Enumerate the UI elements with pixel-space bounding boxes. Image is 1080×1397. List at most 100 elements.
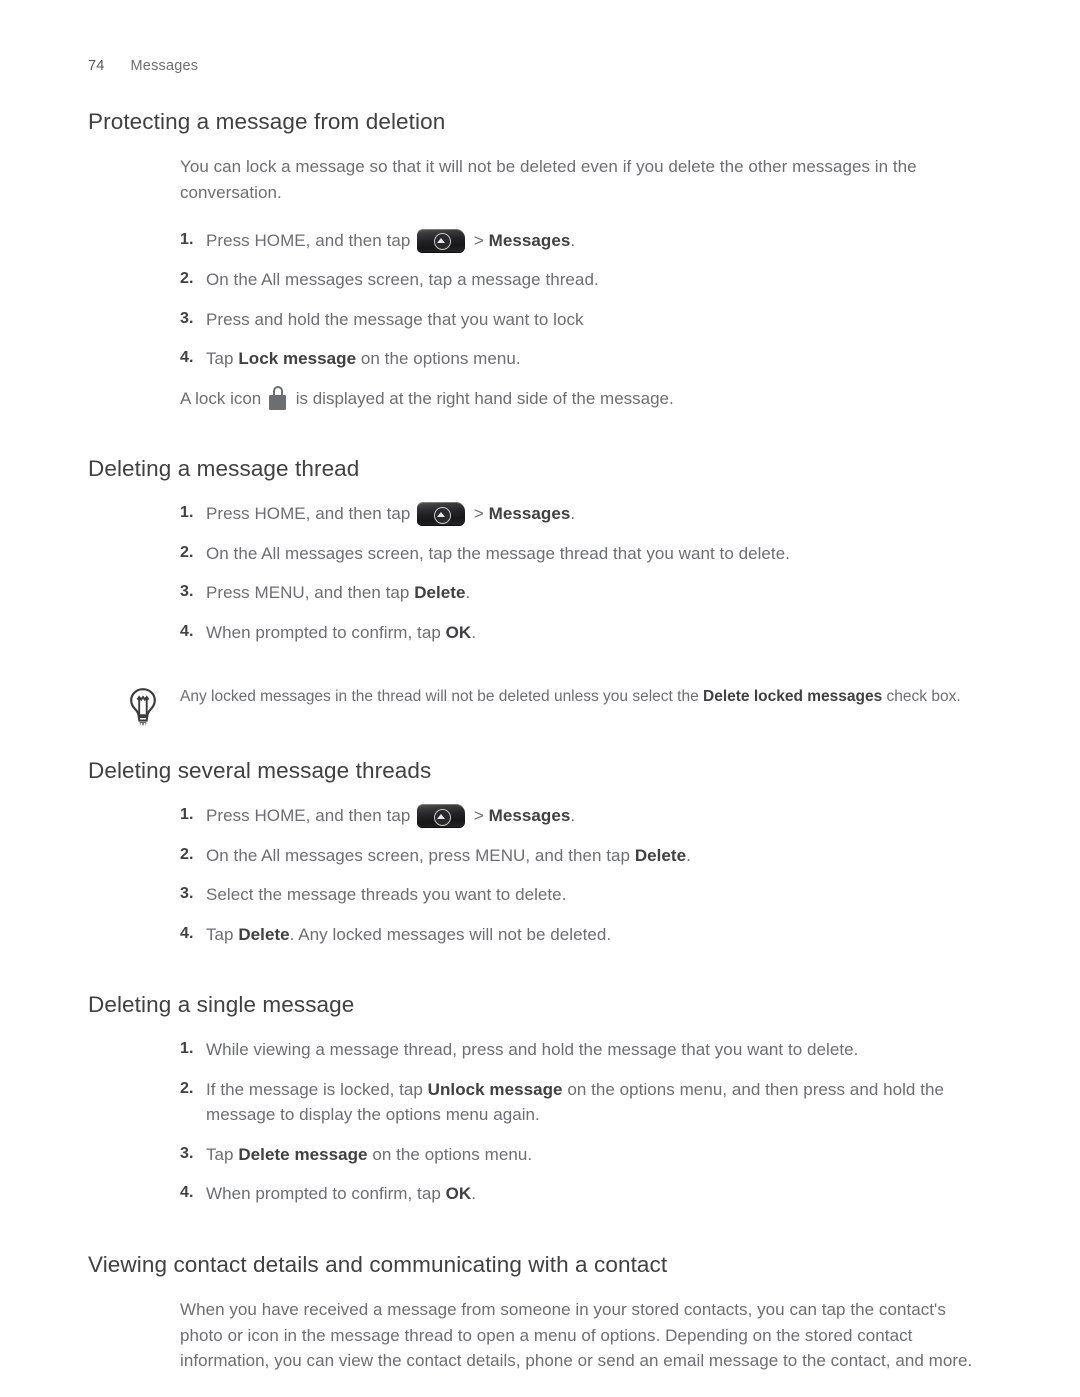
list-item: 3. Tap Delete message on the options menu… xyxy=(180,1142,980,1168)
step-text-pre: Press HOME, and then tap xyxy=(206,806,416,826)
home-apps-button-icon xyxy=(417,228,466,253)
list-item: 2. On the All messages screen, press MENU… xyxy=(180,843,980,869)
list-item: 1. Press HOME, and then tap > Messages. xyxy=(180,803,980,829)
step-text-mid: > xyxy=(469,806,489,826)
page-header: 74 Messages xyxy=(88,58,198,74)
list-item: 3. Press MENU, and then tap Delete. xyxy=(180,580,980,606)
step-text-bold: Delete xyxy=(414,583,466,603)
list-item: 2. On the All messages screen, tap a mess… xyxy=(180,267,980,293)
section-deleting-a-message-thread: Deleting a message thread 1. Press HOME, … xyxy=(88,455,990,645)
step-text-pre: While viewing a message thread, press an… xyxy=(206,1040,859,1060)
step-text-pre: Tap xyxy=(206,924,239,944)
document-page: 74 Messages Protecting a message from de… xyxy=(0,0,1080,1397)
section-deleting-a-single-message: Deleting a single message 1. While viewin… xyxy=(88,991,990,1207)
step-text-mid: > xyxy=(469,504,489,524)
step-text-bold: Lock message xyxy=(238,349,357,369)
steps-list: 1. Press HOME, and then tap > Messages. 2… xyxy=(180,803,980,947)
step-text-post: . xyxy=(471,1184,476,1204)
step-number: 1. xyxy=(180,806,194,824)
page-content: Protecting a message from deletion You c… xyxy=(88,108,990,1374)
lightbulb-icon xyxy=(126,686,160,728)
step-number: 2. xyxy=(180,270,194,288)
list-item: 1. Press HOME, and then tap > Messages. xyxy=(180,501,980,527)
section-viewing-contact-details: Viewing contact details and communicatin… xyxy=(88,1251,990,1375)
steps-list: 1. While viewing a message thread, press … xyxy=(180,1037,980,1207)
tip-text: Any locked messages in the thread will n… xyxy=(180,685,986,709)
section-deleting-several-message-threads: Deleting several message threads 1. Press… xyxy=(88,757,990,947)
steps-list: 1. Press HOME, and then tap > Messages. 2… xyxy=(180,501,980,645)
step-text-pre: Press MENU, and then tap xyxy=(206,583,415,603)
step-text-bold: OK xyxy=(445,1184,472,1204)
step-text-bold: Unlock message xyxy=(427,1079,563,1099)
step-number: 1. xyxy=(180,230,194,248)
step-number: 4. xyxy=(180,924,194,942)
list-item: 3. Select the message threads you want to… xyxy=(180,882,980,908)
page-number: 74 xyxy=(88,58,105,74)
list-item: 2. If the message is locked, tap Unlock m… xyxy=(180,1077,980,1128)
home-apps-button-icon xyxy=(417,804,466,829)
list-item: 1. While viewing a message thread, press … xyxy=(180,1037,980,1063)
step-text-post: . xyxy=(570,230,576,250)
list-item: 4. When prompted to confirm, tap OK. xyxy=(180,620,980,646)
step-text-pre: Tap xyxy=(206,1144,239,1164)
step-text-pre: When prompted to confirm, tap xyxy=(206,622,446,642)
step-text-pre: Press and hold the message that you want… xyxy=(206,309,584,329)
list-item: 1. Press HOME, and then tap > Messages. xyxy=(180,228,980,254)
step-text-pre: On the All messages screen, press MENU, … xyxy=(206,845,635,865)
step-text-post: . xyxy=(570,504,576,524)
step-number: 2. xyxy=(180,543,194,561)
tip-text-pre: Any locked messages in the thread will n… xyxy=(180,688,704,706)
step-number: 4. xyxy=(180,1184,194,1202)
step-text-bold: Messages xyxy=(488,806,571,826)
step-text-pre: Select the message threads you want to d… xyxy=(206,885,567,905)
step-text-pre: On the All messages screen, tap a messag… xyxy=(206,270,599,290)
list-item: 4. Tap Delete. Any locked messages will n… xyxy=(180,922,980,948)
step-text-post: . xyxy=(465,583,471,603)
step-number: 2. xyxy=(180,1079,194,1097)
step-text-pre: Press HOME, and then tap xyxy=(206,504,416,524)
step-text-pre: Press HOME, and then tap xyxy=(206,230,416,250)
step-number: 1. xyxy=(180,1040,194,1058)
list-item: 3. Press and hold the message that you wa… xyxy=(180,307,980,333)
section-protecting-a-message-from-deletion: Protecting a message from deletion You c… xyxy=(88,108,990,411)
step-text-post: . xyxy=(686,845,691,865)
home-apps-button-icon xyxy=(417,502,466,527)
section-intro-paragraph: When you have received a message from so… xyxy=(180,1299,973,1371)
step-number: 4. xyxy=(180,622,194,640)
step-text-mid: > xyxy=(469,230,489,250)
step-number: 3. xyxy=(180,309,194,327)
section-title: Deleting several message threads xyxy=(88,757,432,783)
section-title: Deleting a single message xyxy=(88,992,355,1018)
step-text-post: . Any locked messages will not be delete… xyxy=(289,924,612,944)
step-text-bold: Delete xyxy=(238,924,290,944)
page-section-name: Messages xyxy=(130,58,199,74)
section-intro-paragraph: You can lock a message so that it will n… xyxy=(180,157,917,202)
step-text-post: on the options menu. xyxy=(356,349,521,369)
step-text-pre: When prompted to confirm, tap xyxy=(206,1184,446,1204)
tip-note: Any locked messages in the thread will n… xyxy=(126,685,986,726)
list-item: 4. Tap Lock message on the options menu. xyxy=(180,346,980,372)
lock-icon xyxy=(269,385,286,410)
step-text-bold: OK xyxy=(445,622,472,642)
section-title: Protecting a message from deletion xyxy=(88,109,446,134)
lock-icon-note: A lock icon is displayed at the right ha… xyxy=(180,385,980,412)
step-number: 1. xyxy=(180,504,194,522)
step-number: 3. xyxy=(180,1144,194,1162)
step-text-pre: Tap xyxy=(206,349,239,369)
step-text-bold: Messages xyxy=(488,504,571,524)
section-title: Deleting a message thread xyxy=(88,456,360,482)
tip-text-bold: Delete locked messages xyxy=(703,688,883,706)
step-text-bold: Delete xyxy=(634,845,687,865)
list-item: 2. On the All messages screen, tap the me… xyxy=(180,541,980,567)
step-number: 4. xyxy=(180,349,194,367)
step-text-post: on the options menu. xyxy=(367,1144,533,1164)
step-text-pre: On the All messages screen, tap the mess… xyxy=(206,543,790,563)
step-text-pre: If the message is locked, tap xyxy=(206,1079,428,1099)
tip-text-post: check box. xyxy=(882,688,961,706)
step-text-bold: Messages xyxy=(488,230,571,250)
step-text-post: . xyxy=(570,806,576,826)
list-item: 4. When prompted to confirm, tap OK. xyxy=(180,1181,980,1207)
note-text-pre: A lock icon xyxy=(180,388,266,408)
section-title: Viewing contact details and communicatin… xyxy=(88,1251,668,1277)
steps-list: 1. Press HOME, and then tap > Messages. 2… xyxy=(180,228,980,372)
